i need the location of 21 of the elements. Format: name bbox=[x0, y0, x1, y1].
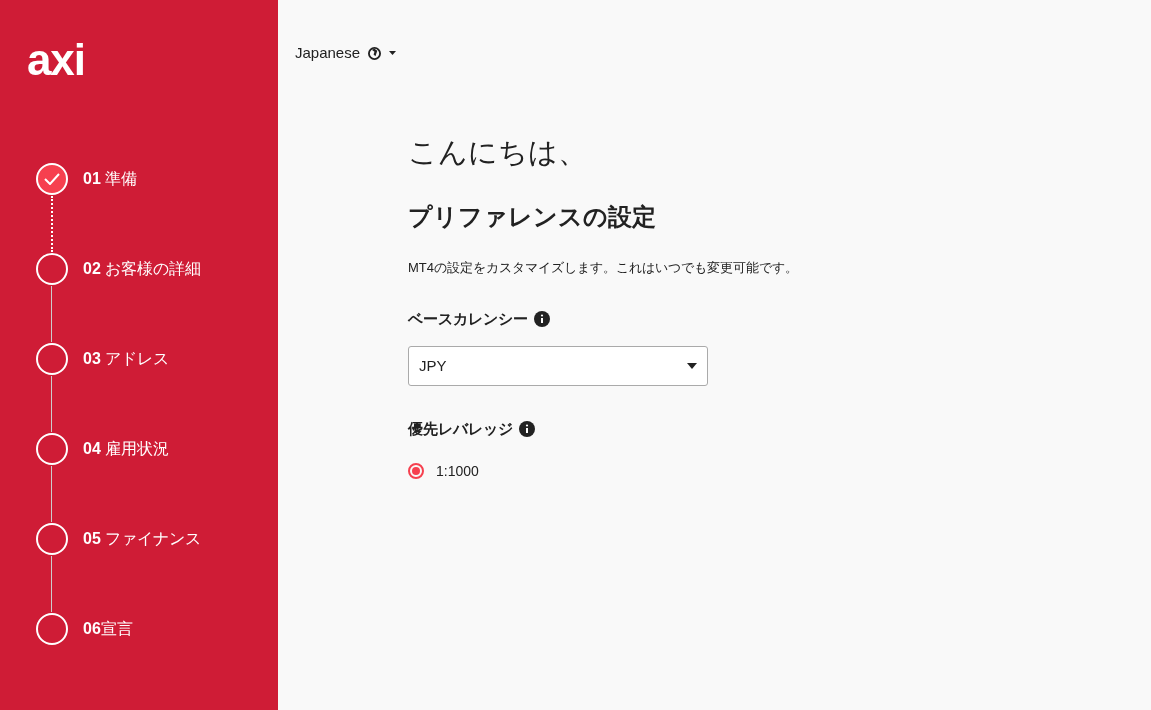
currency-dropdown[interactable]: JPY bbox=[408, 346, 708, 387]
info-icon[interactable] bbox=[519, 421, 535, 438]
logo: axi bbox=[27, 38, 85, 82]
language-selector[interactable]: Japanese bbox=[295, 42, 397, 65]
field-label: 優先レバレッジ bbox=[408, 419, 513, 440]
radio-button[interactable] bbox=[408, 463, 424, 480]
step-label[interactable]: 03 アドレス bbox=[83, 347, 170, 371]
step-label[interactable]: 06宣言 bbox=[83, 617, 133, 641]
info-icon[interactable] bbox=[534, 310, 550, 327]
step-label[interactable]: 05 ファイナンス bbox=[83, 527, 202, 551]
field-label: ベースカレンシー bbox=[408, 308, 528, 329]
checkmark-icon bbox=[44, 173, 60, 185]
radio-label[interactable]: 1:1000 bbox=[436, 460, 479, 482]
page-heading: プリファレンスの設定 bbox=[408, 203, 657, 233]
caret-icon bbox=[389, 51, 397, 56]
greeting: こんにちは、 bbox=[408, 134, 588, 170]
step-label[interactable]: 01 準備 bbox=[83, 167, 138, 191]
description: MT4の設定をカスタマイズします。これはいつでも変更可能です。 bbox=[408, 259, 799, 278]
step-label[interactable]: 04 雇用状況 bbox=[83, 437, 170, 461]
step-label[interactable]: 02 お客様の詳細 bbox=[83, 257, 202, 281]
caret-icon bbox=[687, 363, 697, 370]
